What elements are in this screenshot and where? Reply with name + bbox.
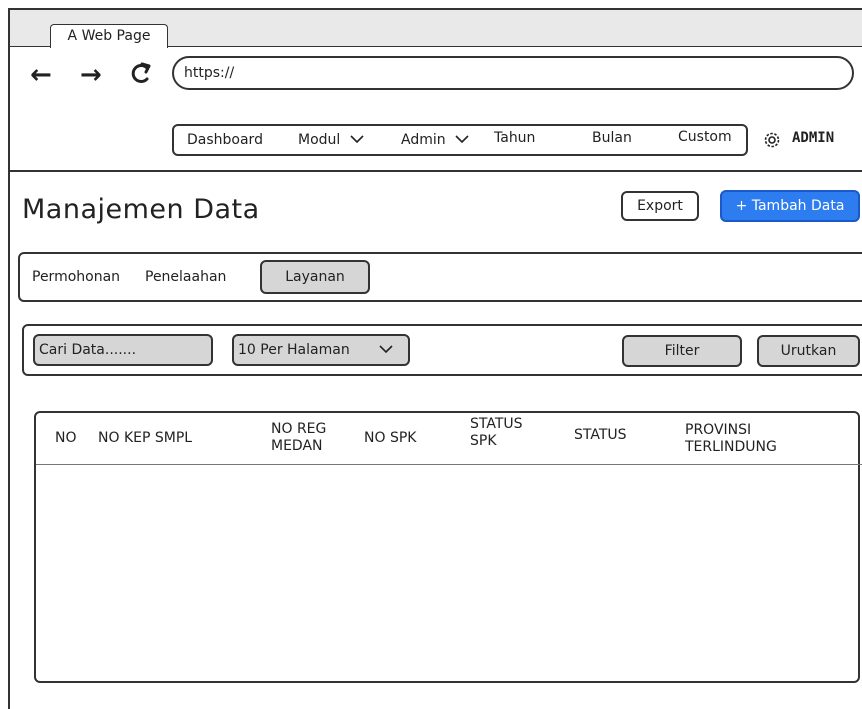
back-icon[interactable]: ← (30, 62, 52, 88)
gear-icon-glyph (764, 132, 780, 148)
column-header-line: SPK (470, 433, 497, 449)
add-data-button[interactable]: + Tambah Data (720, 190, 860, 222)
column-header-line: NO REG (271, 421, 327, 437)
chevron-down-icon (455, 135, 469, 144)
nav-item-dashboard[interactable]: Dashboard (187, 132, 263, 148)
nav-item-tahun[interactable]: Tahun (494, 130, 535, 146)
column-header-line: STATUS (574, 427, 627, 443)
reload-icon[interactable] (128, 60, 152, 91)
search-input[interactable]: Cari Data....... (33, 334, 213, 366)
browser-tab[interactable]: A Web Page (50, 24, 168, 48)
filter-button[interactable]: Filter (622, 335, 742, 367)
sort-button[interactable]: Urutkan (757, 335, 860, 367)
per-page-value: 10 Per Halaman (238, 342, 350, 358)
column-header-provinsi-terlindung[interactable]: PROVINSI TERLINDUNG (685, 422, 777, 456)
reload-icon-glyph (131, 62, 151, 83)
column-header-no[interactable]: NO (55, 430, 77, 447)
column-header-line: NO SPK (364, 430, 417, 446)
chevron-down-icon (350, 135, 364, 144)
column-header-line: MEDAN (271, 438, 323, 454)
tab-penelaahan[interactable]: Penelaahan (145, 269, 226, 285)
tab-layanan[interactable]: Layanan (260, 260, 370, 294)
column-header-no-reg-medan[interactable]: NO REG MEDAN (271, 421, 326, 455)
url-bar[interactable]: https:// (172, 56, 854, 90)
gear-icon[interactable] (762, 130, 782, 154)
nav-item-bulan[interactable]: Bulan (592, 130, 632, 146)
column-header-line: NO (55, 430, 77, 446)
tab-permohonan[interactable]: Permohonan (32, 269, 120, 285)
forward-icon[interactable]: → (80, 62, 102, 88)
column-header-line: TERLINDUNG (685, 439, 777, 455)
per-page-select[interactable]: 10 Per Halaman (232, 334, 410, 366)
user-label[interactable]: ADMIN (792, 130, 834, 146)
page-title: Manajemen Data (22, 194, 260, 225)
nav-item-modul[interactable]: Modul (298, 132, 365, 148)
nav-item-custom[interactable]: Custom (678, 129, 732, 145)
column-header-line: PROVINSI (685, 422, 752, 438)
nav-item-admin[interactable]: Admin (401, 132, 470, 148)
column-header-line: NO KEP SMPL (98, 430, 193, 446)
chevron-down-icon (378, 336, 394, 364)
table-header-divider (36, 464, 862, 465)
nav-item-admin-label: Admin (401, 132, 446, 148)
column-header-status-spk[interactable]: STATUS SPK (470, 416, 523, 450)
column-header-no-spk[interactable]: NO SPK (364, 430, 416, 447)
column-header-line: STATUS (470, 416, 523, 432)
nav-item-modul-label: Modul (298, 132, 341, 148)
column-header-status[interactable]: STATUS (574, 427, 627, 444)
export-button[interactable]: Export (621, 191, 699, 221)
column-header-no-kep-smpl[interactable]: NO KEP SMPL (98, 430, 192, 447)
